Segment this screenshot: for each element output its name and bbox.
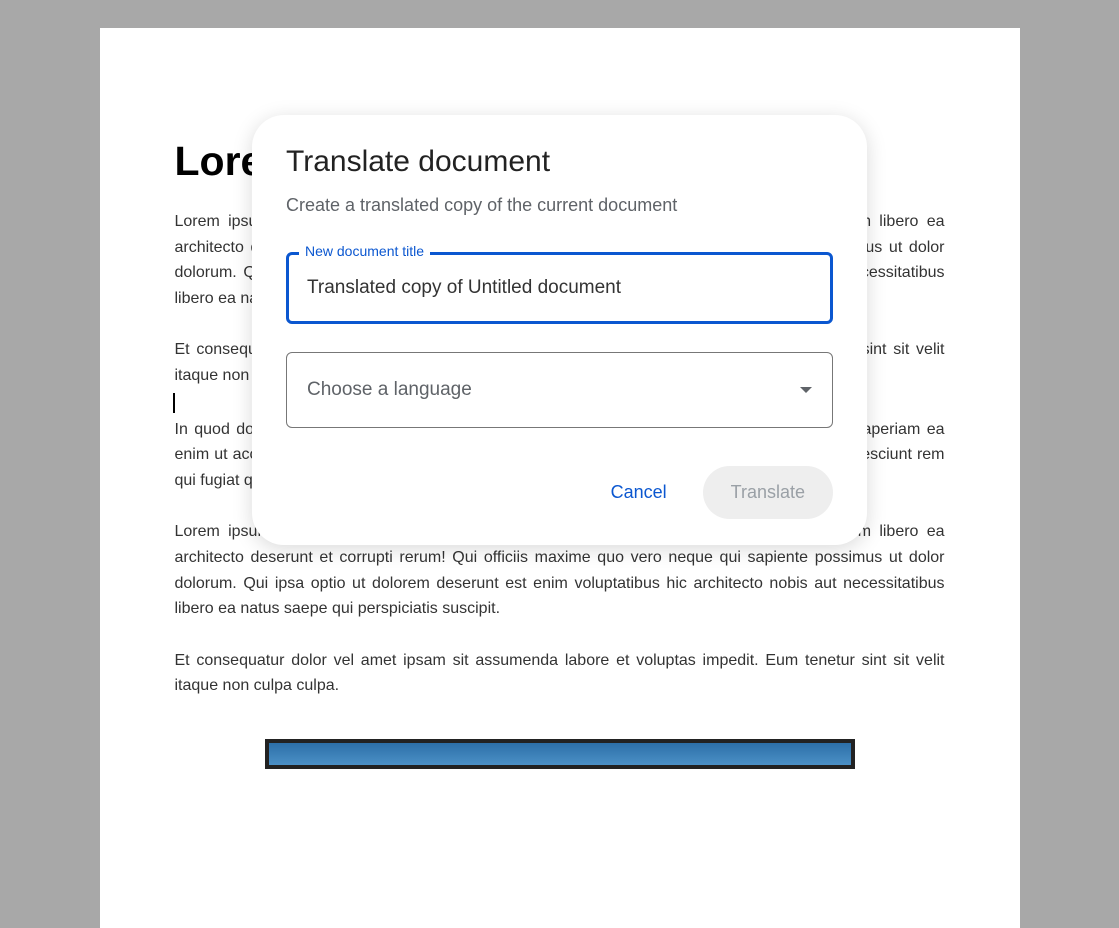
dialog-actions: Cancel Translate [286, 466, 833, 519]
dialog-subtitle: Create a translated copy of the current … [286, 195, 833, 216]
language-select-container: Choose a language [286, 352, 833, 428]
document-title-input[interactable] [286, 252, 833, 324]
language-select[interactable]: Choose a language [286, 352, 833, 428]
cancel-button[interactable]: Cancel [595, 472, 683, 513]
language-select-placeholder: Choose a language [307, 379, 472, 401]
dialog-title: Translate document [286, 145, 833, 179]
text-cursor [173, 393, 175, 413]
document-image [265, 739, 855, 769]
title-field-label: New document title [299, 243, 430, 259]
translate-button[interactable]: Translate [703, 466, 833, 519]
document-paragraph-5: Et consequatur dolor vel amet ipsam sit … [175, 648, 945, 699]
dropdown-caret-icon [800, 387, 812, 393]
title-field-container: New document title [286, 252, 833, 324]
translate-dialog: Translate document Create a translated c… [252, 115, 867, 545]
